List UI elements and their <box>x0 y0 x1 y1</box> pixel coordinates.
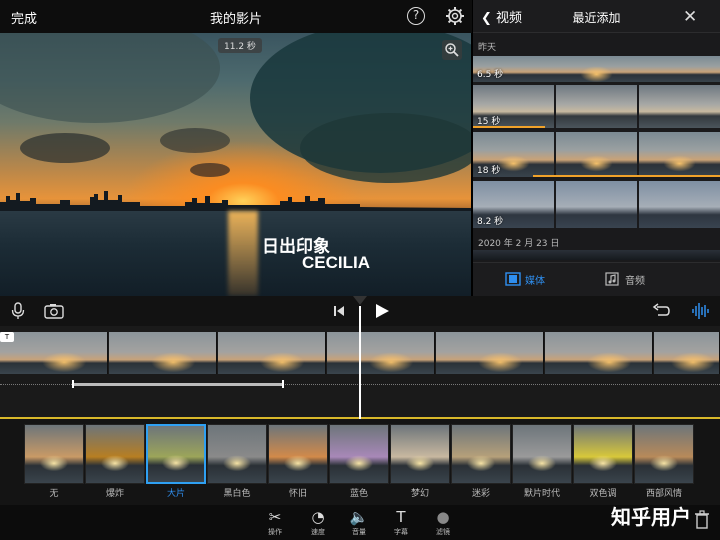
video-preview[interactable]: 11.2 秒 日出印象 CECILIA <box>0 33 471 296</box>
timeline-frame[interactable] <box>327 332 435 374</box>
filter-label: 西部风情 <box>645 489 682 499</box>
tool-4-button[interactable]: T 字幕 <box>386 508 416 537</box>
project-title: 我的影片 <box>209 12 262 27</box>
filter-strip: 无 爆炸 大片 黑白色 怀旧 蓝色 梦幻 迷彩 默片时代 双色调 西部风情 <box>0 419 720 505</box>
clip-duration: 6.5 秒 <box>477 70 504 80</box>
tool-label: 字幕 <box>394 528 408 536</box>
media-clip[interactable]: 18 秒 <box>473 132 554 177</box>
timeline-frame[interactable] <box>0 332 108 374</box>
media-film-icon <box>505 272 521 286</box>
filter-label: 默片时代 <box>523 489 560 499</box>
media-clip-frame[interactable] <box>556 181 637 228</box>
tool-label: 速度 <box>311 528 325 536</box>
filter-label: 梦幻 <box>410 489 429 499</box>
title-track-icon: T <box>0 332 14 342</box>
filter-thumbnail[interactable] <box>24 424 84 484</box>
filter-thumbnail[interactable] <box>85 424 145 484</box>
volume-icon: 🔈 <box>349 508 369 526</box>
filter-thumbnail[interactable] <box>451 424 511 484</box>
media-clip[interactable]: 8.2 秒 <box>473 181 554 228</box>
play-icon[interactable] <box>374 303 390 319</box>
title-caption-line2[interactable]: CECILIA <box>302 253 370 273</box>
clip-duration-badge: 11.2 秒 <box>218 38 262 53</box>
audio-segment[interactable] <box>72 383 284 386</box>
filter-thumbnail[interactable] <box>329 424 389 484</box>
filter-thumbnail[interactable] <box>146 424 206 484</box>
text-icon: T <box>396 508 406 526</box>
filter-label: 蓝色 <box>349 489 368 499</box>
timeline-frame[interactable] <box>109 332 217 374</box>
audio-segment-end-handle[interactable] <box>282 380 284 388</box>
scissors-icon: ✂ <box>268 508 282 526</box>
filter-thumbnail[interactable] <box>390 424 450 484</box>
playhead-marker-icon[interactable] <box>353 296 367 306</box>
watermark: 知乎用户 <box>611 505 691 529</box>
media-tab-bar: 媒体 音频 <box>473 262 720 296</box>
tool-2-button[interactable]: ◔ 速度 <box>303 508 333 537</box>
filter-label: 无 <box>49 489 59 499</box>
section-date: 2020 年 2 月 23 日 <box>478 239 560 249</box>
camera-icon[interactable] <box>44 303 64 319</box>
media-clip-row-partial[interactable] <box>473 250 720 260</box>
filter-label: 迷彩 <box>471 489 490 499</box>
clip-duration: 8.2 秒 <box>477 217 504 227</box>
media-clip-frame[interactable] <box>556 85 637 128</box>
section-yesterday: 昨天 <box>478 43 497 53</box>
microphone-icon[interactable] <box>11 302 25 320</box>
audio-waveform-icon[interactable] <box>691 302 709 320</box>
city-skyline <box>0 191 471 212</box>
top-bar: 完成 我的影片 ? <box>0 0 472 33</box>
trash-icon[interactable] <box>694 510 710 530</box>
filter-label: 双色调 <box>589 489 617 499</box>
media-clip-frame[interactable] <box>556 132 637 177</box>
tab-audio[interactable]: 音频 <box>625 272 645 287</box>
filter-label: 大片 <box>166 489 185 499</box>
tool-label: 滤镜 <box>436 528 450 536</box>
media-header: ❮ 视频 最近添加 ✕ <box>473 0 720 33</box>
filter-thumbnail[interactable] <box>207 424 267 484</box>
audio-segment-start-handle[interactable] <box>72 380 74 388</box>
filter-thumbnail[interactable] <box>634 424 694 484</box>
skip-to-start-icon[interactable] <box>333 305 345 317</box>
settings-gear-icon[interactable] <box>445 6 465 26</box>
speed-gauge-icon: ◔ <box>311 508 325 526</box>
media-clip-frame[interactable] <box>639 85 720 128</box>
filter-label: 黑白色 <box>223 489 251 499</box>
filter-thumbnail[interactable] <box>573 424 633 484</box>
tool-label: 音量 <box>352 528 366 536</box>
media-clip-frame[interactable] <box>639 132 720 177</box>
media-browser: ❮ 视频 最近添加 ✕ 昨天 6.5 秒 15 秒 18 秒 8.2 秒 202… <box>473 0 720 296</box>
tab-media[interactable]: 媒体 <box>525 272 545 287</box>
media-clip-frame[interactable] <box>639 181 720 228</box>
filter-label: 爆炸 <box>105 489 124 499</box>
timeline-frame[interactable] <box>436 332 544 374</box>
tool-5-button[interactable]: ● 滤镜 <box>428 508 458 537</box>
playhead[interactable] <box>359 306 361 424</box>
tool-3-button[interactable]: 🔈 音量 <box>344 508 374 537</box>
timeline-frame[interactable] <box>218 332 326 374</box>
filter-label: 怀旧 <box>288 489 307 499</box>
close-icon[interactable]: ✕ <box>683 7 697 27</box>
filter-thumbnail[interactable] <box>512 424 572 484</box>
clip-duration: 18 秒 <box>477 166 501 176</box>
media-clip[interactable]: 15 秒 <box>473 85 554 128</box>
used-clip-indicator <box>473 126 545 128</box>
tool-label: 操作 <box>268 528 282 536</box>
filter-icon: ● <box>436 508 450 526</box>
filter-thumbnail[interactable] <box>268 424 328 484</box>
undo-icon[interactable] <box>652 303 670 319</box>
tool-1-button[interactable]: ✂ 操作 <box>260 508 290 537</box>
timeline-frame[interactable] <box>654 332 720 374</box>
media-clip[interactable]: 6.5 秒 <box>473 56 720 82</box>
help-button[interactable]: ? <box>407 7 425 25</box>
used-clip-indicator <box>533 175 720 177</box>
timeline-frame[interactable] <box>545 332 653 374</box>
music-note-icon <box>605 272 619 286</box>
zoom-icon[interactable] <box>442 40 462 60</box>
